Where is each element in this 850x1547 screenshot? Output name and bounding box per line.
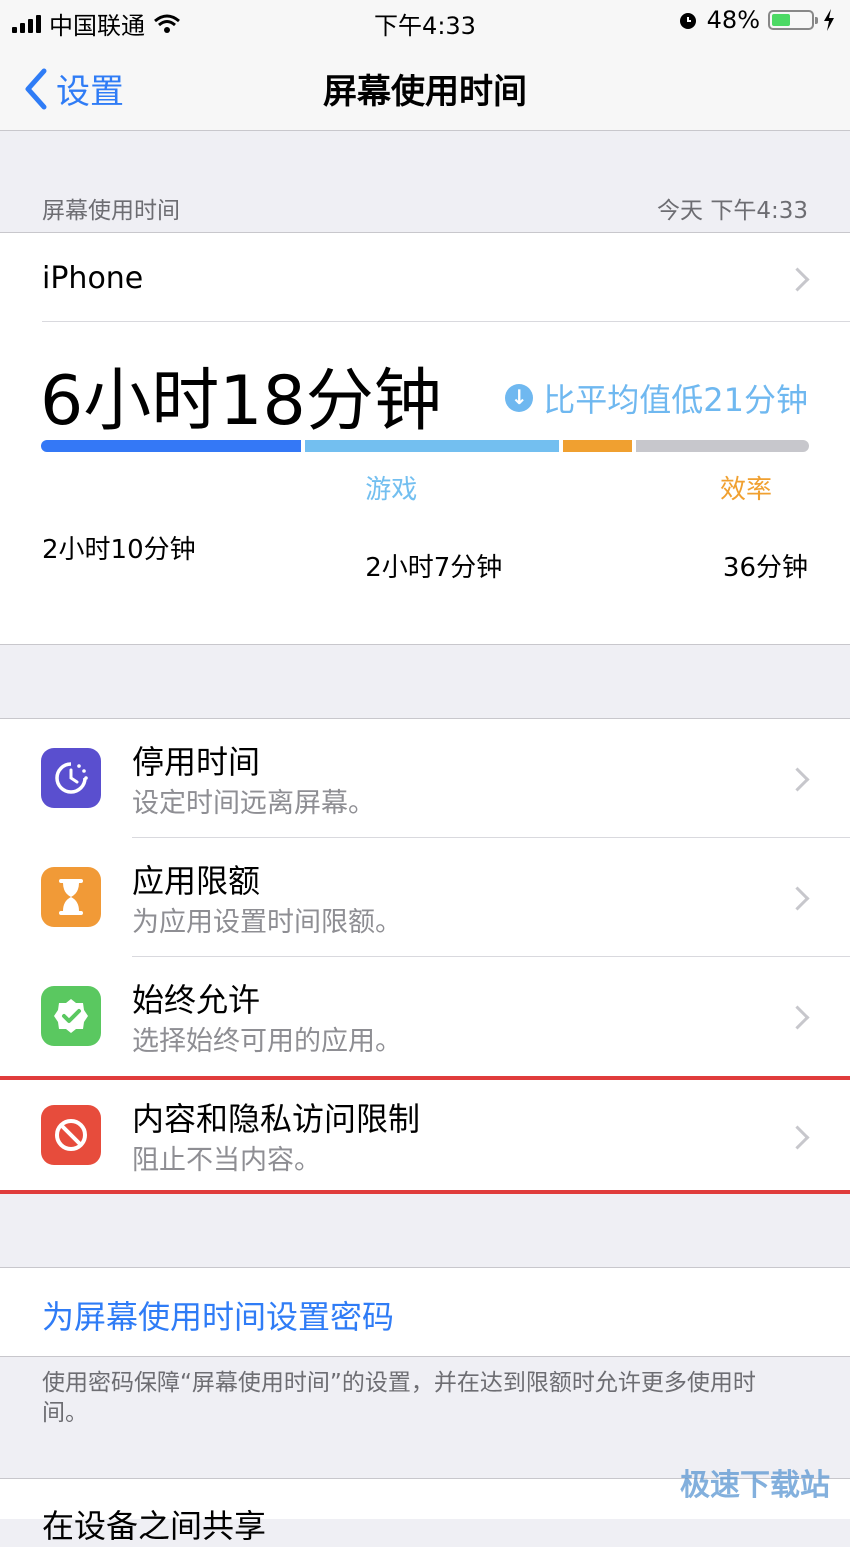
usage-summary-card[interactable]: iPhone 6小时18分钟 比平均值低21分钟 2小时10分钟 游戏 2小时7分钟… [0, 233, 850, 645]
page-title: 屏幕使用时间 [323, 72, 527, 112]
usage-category-label: 游戏 [365, 475, 418, 505]
section-header-title: 屏幕使用时间 [42, 198, 180, 224]
divider [42, 321, 850, 322]
charging-bolt-icon [824, 9, 834, 31]
chevron-right-icon [785, 267, 810, 292]
navigation-bar: 设置 屏幕使用时间 [0, 44, 850, 131]
menu-item-subtitle: 为应用设置时间限额。 [132, 907, 402, 938]
checkmark-badge-icon [41, 986, 101, 1046]
downtime-icon [41, 748, 101, 808]
menu-item-title: 始终允许 [132, 981, 261, 1019]
usage-breakdown-bar [41, 440, 809, 452]
usage-bar-segment [563, 440, 633, 452]
battery-icon [768, 10, 818, 30]
chevron-right-icon [785, 1005, 810, 1030]
arrow-down-circle-icon [505, 384, 534, 412]
device-name: iPhone [42, 261, 144, 296]
usage-category-duration: 2小时7分钟 [365, 553, 503, 583]
total-screen-time: 6小时18分钟 [40, 362, 442, 441]
menu-item-content-privacy-restrictions[interactable]: 内容和隐私访问限制 阻止不当内容。 [0, 1079, 850, 1195]
usage-category-duration: 2小时10分钟 [42, 535, 196, 565]
menu-item-title: 内容和隐私访问限制 [132, 1100, 421, 1138]
chevron-right-icon [785, 886, 810, 911]
average-comparison: 比平均值低21分钟 [505, 375, 808, 421]
menu-item-downtime[interactable]: 停用时间 设定时间远离屏幕。 [0, 719, 850, 838]
menu-item-subtitle: 设定时间远离屏幕。 [132, 788, 375, 819]
menu-item-subtitle: 选择始终可用的应用。 [132, 1026, 402, 1057]
set-passcode-link[interactable]: 为屏幕使用时间设置密码 [42, 1292, 394, 1338]
average-comparison-text: 比平均值低21分钟 [543, 381, 808, 419]
hourglass-icon [41, 867, 101, 927]
chevron-right-icon [785, 1125, 810, 1150]
usage-bar-segment [305, 440, 560, 452]
usage-bar-segment [636, 440, 809, 452]
status-bar: 中国联通 下午4:33 48% [0, 0, 850, 44]
chevron-right-icon [785, 767, 810, 792]
passcode-row[interactable]: 为屏幕使用时间设置密码 [0, 1267, 850, 1357]
settings-menu: 停用时间 设定时间远离屏幕。 应用限额 为应用设置时间限额。 始终允许 选择始终… [0, 718, 850, 1194]
passcode-footer-note: 使用密码保障“屏幕使用时间”的设置，并在达到限额时允许更多使用时间。 [42, 1370, 756, 1426]
battery-percent: 48% [706, 6, 760, 34]
watermark-logo: 极速下载站 [680, 1468, 830, 1503]
usage-category-label: 效率 [719, 475, 772, 505]
menu-item-title: 停用时间 [132, 743, 261, 781]
section-header-timestamp: 今天 下午4:33 [657, 198, 808, 224]
menu-item-app-limits[interactable]: 应用限额 为应用设置时间限额。 [0, 838, 850, 957]
menu-item-subtitle: 阻止不当内容。 [132, 1145, 321, 1176]
share-across-devices-label: 在设备之间共享 [42, 1507, 267, 1545]
restriction-icon [41, 1105, 101, 1165]
usage-category-duration: 36分钟 [722, 553, 808, 583]
alarm-icon [679, 13, 696, 29]
menu-item-always-allowed[interactable]: 始终允许 选择始终可用的应用。 [0, 957, 850, 1076]
section-header: 屏幕使用时间 今天 下午4:33 [0, 131, 850, 233]
usage-bar-segment [41, 440, 302, 452]
menu-item-title: 应用限额 [132, 862, 261, 900]
